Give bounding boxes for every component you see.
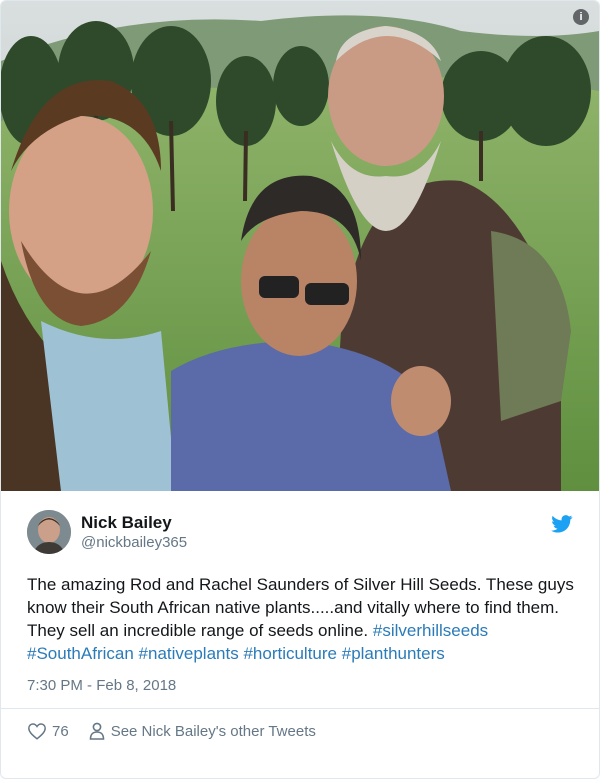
- profile-icon: [89, 722, 104, 740]
- hashtag-southafrican[interactable]: #SouthAfrican: [27, 644, 134, 663]
- tweet-text: The amazing Rod and Rachel Saunders of S…: [27, 573, 575, 665]
- heart-icon: [28, 723, 46, 740]
- tweet-timestamp[interactable]: 7:30 PM - Feb 8, 2018: [27, 677, 573, 694]
- tweet-actions: 76 See Nick Bailey's other Tweets: [27, 709, 573, 753]
- other-tweets-link[interactable]: See Nick Bailey's other Tweets: [89, 722, 316, 740]
- display-name[interactable]: Nick Bailey: [81, 512, 187, 533]
- other-tweets-label: See Nick Bailey's other Tweets: [110, 722, 316, 740]
- user-handle[interactable]: @nickbailey365: [81, 533, 187, 553]
- photo-image: [1, 1, 599, 491]
- hashtag-nativeplants[interactable]: #nativeplants: [139, 644, 239, 663]
- twitter-bird-icon[interactable]: [551, 515, 573, 533]
- hashtag-horticulture[interactable]: #horticulture: [243, 644, 337, 663]
- like-count: 76: [52, 722, 69, 740]
- info-icon[interactable]: i: [573, 9, 589, 25]
- avatar-image: [27, 510, 71, 554]
- tweet-card: i Nick Bailey @nickbailey365 The amazing…: [0, 0, 600, 779]
- tweet-body: Nick Bailey @nickbailey365 The amazing R…: [1, 491, 599, 753]
- user-names: Nick Bailey @nickbailey365: [81, 512, 187, 553]
- avatar[interactable]: [27, 510, 71, 554]
- like-button[interactable]: 76: [27, 722, 69, 740]
- hashtag-silverhillseeds[interactable]: #silverhillseeds: [373, 621, 488, 640]
- tweet-header: Nick Bailey @nickbailey365: [27, 509, 573, 555]
- hashtag-planthunters[interactable]: #planthunters: [342, 644, 445, 663]
- tweet-text-plain: The amazing Rod and Rachel Saunders of S…: [27, 575, 574, 640]
- tweet-photo[interactable]: i: [1, 1, 599, 491]
